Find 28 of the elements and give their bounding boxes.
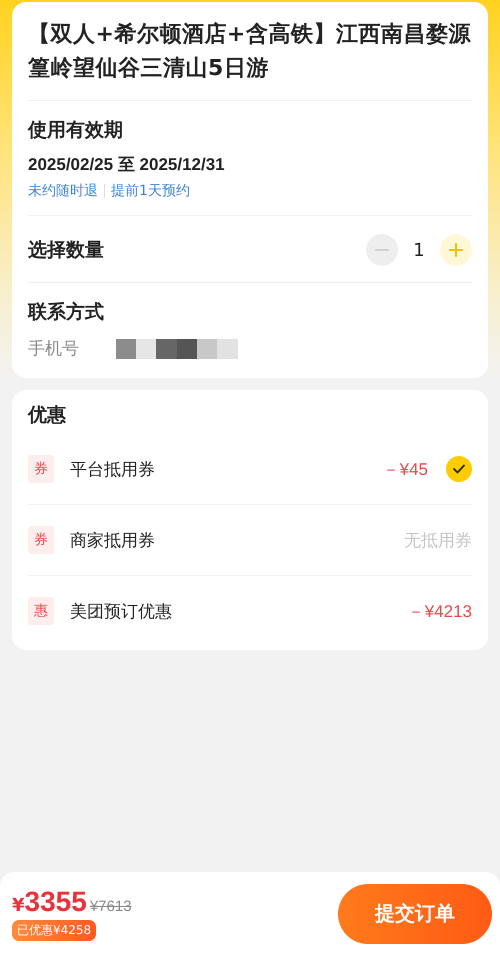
- currency-symbol: ¥: [12, 895, 25, 916]
- discount-value: 无抵用券: [404, 530, 472, 552]
- original-price: ¥7613: [90, 898, 132, 915]
- coupon-badge: 惠: [28, 597, 54, 625]
- discount-value: －¥45: [382, 458, 428, 480]
- plus-icon: [448, 242, 464, 258]
- savings-badge: 已优惠¥4258: [12, 920, 96, 941]
- discount-name: 美团预订优惠: [70, 600, 173, 622]
- checkbox[interactable]: [446, 456, 472, 482]
- discount-name: 平台抵用券: [70, 458, 156, 480]
- total-price: 3355: [24, 886, 87, 918]
- discount-value: －¥4213: [408, 600, 472, 622]
- discount-name: 商家抵用券: [70, 530, 156, 552]
- coupon-badge: 券: [28, 455, 54, 483]
- section-title: 优惠: [28, 403, 67, 428]
- checkmark-icon: [453, 464, 465, 474]
- section-label: 使用有效期: [28, 118, 124, 143]
- quantity-value: 1: [412, 240, 426, 260]
- increment-button[interactable]: [440, 234, 472, 266]
- field-label: 手机号: [28, 338, 80, 360]
- policy-tag: 未约随时退: [28, 181, 98, 201]
- submit-order-button[interactable]: 提交订单: [338, 884, 492, 944]
- section-label: 选择数量: [28, 238, 104, 263]
- validity-range: 2025/02/25 至 2025/12/31: [28, 154, 226, 176]
- product-title: 【双人+希尔顿酒店+含高铁】江西南昌婺源篁岭望仙谷三清山5日游: [28, 2, 472, 101]
- section-label: 联系方式: [28, 300, 105, 325]
- coupon-badge: 券: [28, 526, 54, 554]
- policy-tag: 提前1天预约: [111, 181, 190, 201]
